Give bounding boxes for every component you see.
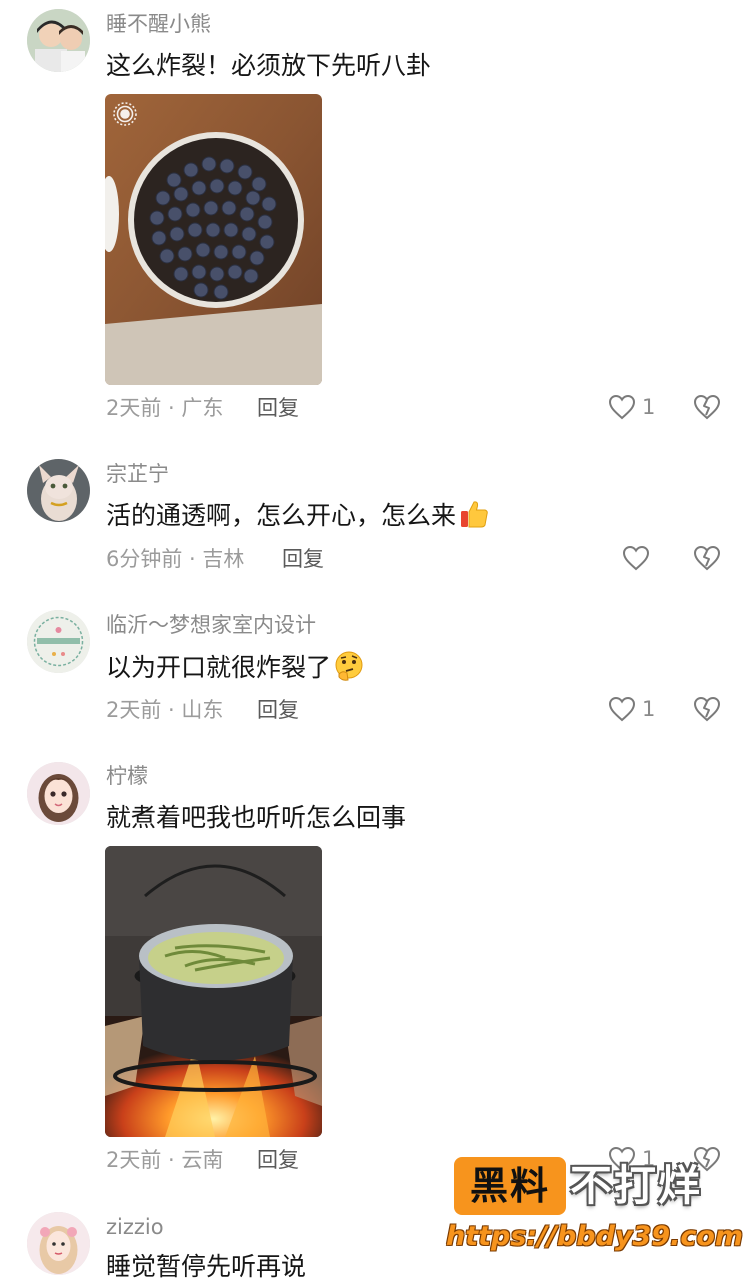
reply-button[interactable]: 回复 <box>282 546 324 572</box>
broken-heart-icon <box>693 696 721 722</box>
username[interactable]: 柠檬 <box>106 763 148 789</box>
comment-meta: 2天前 · 云南 <box>106 1148 224 1172</box>
avatar[interactable] <box>27 762 90 825</box>
comment-meta: 6分钟前 · 吉林 <box>106 547 245 571</box>
like-count: 1 <box>642 697 656 721</box>
watermark-badge: 黑料 <box>454 1157 566 1215</box>
dislike-button[interactable] <box>693 393 721 421</box>
avatar[interactable] <box>27 1212 90 1275</box>
comment-meta: 2天前 · 广东 <box>106 396 224 420</box>
username[interactable]: 临沂～梦想家室内设计 <box>106 612 316 638</box>
heart-icon <box>622 545 650 571</box>
comment-image[interactable] <box>105 846 322 1137</box>
heart-icon <box>608 394 636 420</box>
comment-text: 就煮着吧我也听听怎么回事 <box>106 803 407 832</box>
comment-image[interactable] <box>105 94 322 385</box>
heart-icon <box>608 696 636 722</box>
comment-meta: 2天前 · 山东 <box>106 698 224 722</box>
comment-item: 睡不醒小熊 这么炸裂！必须放下先听八卦 2天前 · 广东 回复 1 <box>0 0 749 440</box>
reply-button[interactable]: 回复 <box>257 697 299 723</box>
comment-text: 活的通透啊，怎么开心，怎么来 <box>106 498 490 533</box>
reply-button[interactable]: 回复 <box>257 1147 299 1173</box>
username[interactable]: zizzio <box>106 1214 164 1240</box>
comment-text: 睡觉暂停先听再说 <box>106 1252 307 1281</box>
like-button[interactable]: 1 <box>608 694 655 724</box>
username[interactable]: 睡不醒小熊 <box>106 11 211 37</box>
like-count: 1 <box>642 395 656 419</box>
dislike-button[interactable] <box>693 544 721 572</box>
username[interactable]: 宗芷宁 <box>106 461 169 487</box>
comment-text: 以为开口就很炸裂了 <box>106 650 365 685</box>
broken-heart-icon <box>693 545 721 571</box>
reply-button[interactable]: 回复 <box>257 395 299 421</box>
comment-item: 宗芷宁 活的通透啊，怎么开心，怎么来 6分钟前 · 吉林 回复 <box>0 440 749 590</box>
watermark-title: 不打烊 <box>570 1161 703 1210</box>
watermark-url: https://bbdy39.com <box>446 1221 744 1252</box>
comment-item: 临沂～梦想家室内设计 以为开口就很炸裂了 2天前 · 山东 回复 1 <box>0 590 749 740</box>
like-button[interactable] <box>622 543 650 573</box>
like-button[interactable]: 1 <box>608 392 655 422</box>
avatar[interactable] <box>27 9 90 72</box>
watermark: 黑料 不打烊 https://bbdy39.com <box>446 1156 743 1256</box>
thumbs-up-icon <box>458 498 490 530</box>
comment-item: 柠檬 就煮着吧我也听听怎么回事 2天前 · 云南 回复 1 <box>0 740 749 1190</box>
avatar[interactable] <box>27 610 90 673</box>
comment-text-content: 以为开口就很炸裂了 <box>106 653 332 682</box>
comment-text-content: 活的通透啊，怎么开心，怎么来 <box>106 501 457 530</box>
thinking-face-icon <box>333 650 365 682</box>
avatar[interactable] <box>27 459 90 522</box>
broken-heart-icon <box>693 394 721 420</box>
dislike-button[interactable] <box>693 695 721 723</box>
comment-text: 这么炸裂！必须放下先听八卦 <box>106 51 432 80</box>
